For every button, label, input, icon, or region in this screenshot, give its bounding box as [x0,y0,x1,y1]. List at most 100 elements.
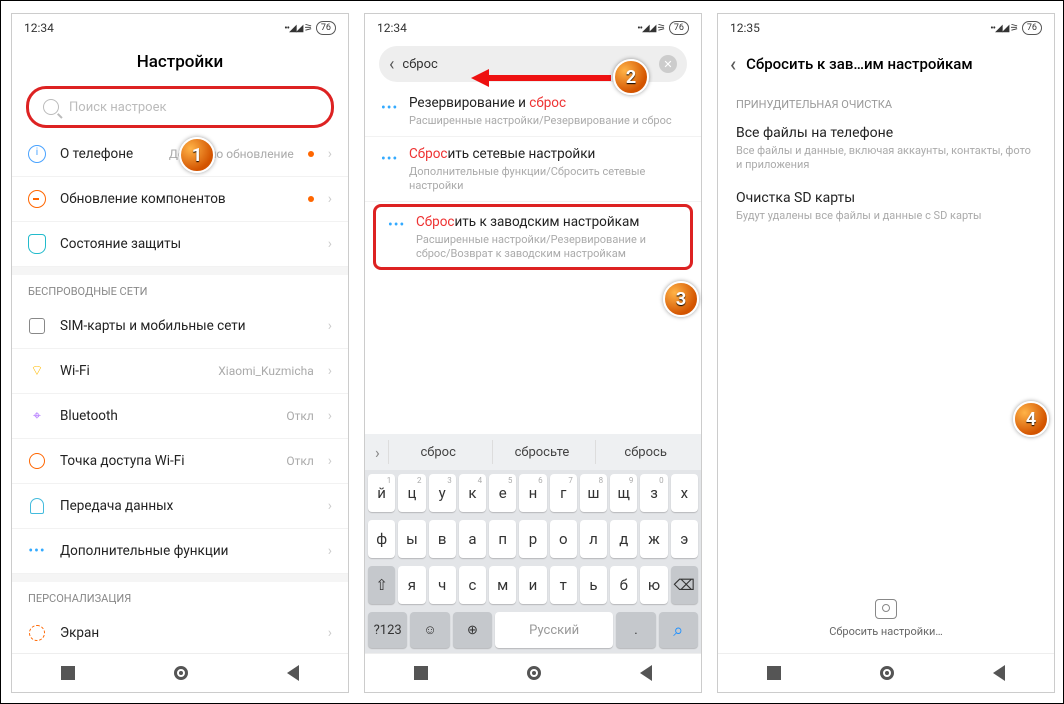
row-screen[interactable]: Экран › [12,611,348,656]
key-б[interactable]: б [610,566,637,604]
notification-dot [308,151,314,157]
nav-bar [718,653,1054,692]
nav-recent-button[interactable] [61,666,75,680]
notification-dot [308,196,314,202]
key-е[interactable]: е5 [489,474,516,512]
key-globe[interactable]: ⊕ [453,612,492,648]
key-ф[interactable]: ф [368,520,395,558]
key-с[interactable]: с [459,566,486,604]
key-и[interactable]: и [519,566,546,604]
hotspot-icon [29,453,45,469]
nav-home-button[interactable] [527,666,541,680]
row-component-update[interactable]: Обновление компонентов › [12,177,348,222]
status-bar: 12:35 ••◢◢ ⚞76 [718,14,1054,42]
key-emoji[interactable]: ☺ [410,612,449,648]
clock: 12:34 [377,21,407,35]
key-о[interactable]: о [550,520,577,558]
key-space[interactable]: Русский [495,612,613,648]
more-icon: ••• [381,151,398,167]
key-й[interactable]: й1 [368,474,395,512]
key-л[interactable]: л [580,520,607,558]
nav-home-button[interactable] [174,666,188,680]
step-badge-1: 1 [179,137,215,173]
search-icon [43,99,59,115]
clear-icon[interactable]: ✕ [659,55,677,73]
key-ю[interactable]: ю [640,566,667,604]
row-wifi[interactable]: ⌔ Wi-Fi Xiaomi_Kuzmicha › [12,349,348,394]
key-р[interactable]: р [519,520,546,558]
key-г[interactable]: г7 [550,474,577,512]
chevron-right-icon: › [328,146,332,162]
chevron-right-icon[interactable]: › [371,443,384,462]
chevron-right-icon: › [328,318,332,334]
wifi-icon: ⌔ [28,362,46,380]
key-backspace[interactable]: ⌫ [671,566,698,604]
more-icon: ••• [28,542,46,560]
page-title: Сбросить к зав…им настройкам [746,55,972,73]
key-в[interactable]: в [429,520,456,558]
nav-back-button[interactable] [287,665,299,681]
nav-recent-button[interactable] [414,666,428,680]
key-х[interactable]: х [671,474,698,512]
key-а[interactable]: а [459,520,486,558]
chevron-right-icon: › [328,408,332,424]
key-ш[interactable]: ш8 [580,474,607,512]
signal-icons: ••◢◢ ⚞ [990,23,1018,34]
item-sd-card-clean[interactable]: Очистка SD карты Будут удалены все файлы… [718,182,1054,233]
search-input[interactable]: Поиск настроек [26,86,334,128]
key-п[interactable]: п [489,520,516,558]
key-search[interactable]: ⌕ [659,612,698,648]
row-sim[interactable]: SIM-карты и мобильные сети › [12,304,348,349]
battery-indicator: 76 [669,21,689,35]
search-result-backup-reset[interactable]: ••• Резервирование и сброс Расширенные н… [365,86,701,137]
key-м[interactable]: м [489,566,516,604]
key-period[interactable]: . [616,612,655,648]
key-щ[interactable]: щ9 [610,474,637,512]
nav-recent-button[interactable] [767,666,781,680]
key-ж[interactable]: ж [640,520,667,558]
key-у[interactable]: у3 [429,474,456,512]
nav-back-button[interactable] [640,665,652,681]
chevron-right-icon: › [328,363,332,379]
search-result-factory-reset[interactable]: ••• Сбросить к заводским настройкам Расш… [373,204,693,270]
item-all-phone-files[interactable]: Все файлы на телефоне Все файлы и данные… [718,117,1054,182]
more-icon: ••• [388,217,405,233]
key-shift[interactable]: ⇧ [368,566,395,604]
row-more-features[interactable]: ••• Дополнительные функции › [12,529,348,574]
chevron-right-icon: › [328,543,332,559]
key-н[interactable]: н6 [519,474,546,512]
back-icon[interactable]: ‹ [730,52,736,76]
suggestion-2[interactable]: сбросьте [492,440,592,464]
key-ь[interactable]: ь [580,566,607,604]
nav-back-button[interactable] [993,665,1005,681]
key-ц[interactable]: ц2 [398,474,425,512]
factory-reset-screen: 12:35 ••◢◢ ⚞76 ‹ Сбросить к зав…им настр… [717,13,1055,693]
chevron-right-icon: › [328,191,332,207]
key-я[interactable]: я [398,566,425,604]
key-д[interactable]: д [610,520,637,558]
key-numeric[interactable]: ?123 [368,612,407,648]
suggestion-bar: › сброс сбросьте сбрось [365,434,701,470]
suggestion-1[interactable]: сброс [388,440,488,464]
key-з[interactable]: з0 [640,474,667,512]
key-к[interactable]: к4 [459,474,486,512]
suggestion-3[interactable]: сбрось [595,440,695,464]
row-security-status[interactable]: Состояние защиты › [12,222,348,267]
key-э[interactable]: э [671,520,698,558]
key-т[interactable]: т [550,566,577,604]
page-header: ‹ Сбросить к зав…им настройкам [718,42,1054,86]
row-data-usage[interactable]: Передача данных › [12,484,348,529]
reset-settings-button[interactable]: Сбросить настройки… [718,589,1054,654]
row-bluetooth[interactable]: ⌖ Bluetooth Откл › [12,394,348,439]
key-ы[interactable]: ы [398,520,425,558]
back-icon[interactable]: ‹ [389,54,394,75]
key-ч[interactable]: ч [429,566,456,604]
section-force-clean: ПРИНУДИТЕЛЬНАЯ ОЧИСТКА [718,86,1054,117]
battery-indicator: 76 [1022,21,1042,35]
camera-icon [875,599,897,619]
signal-icons: ••◢◢ ⚞ [637,23,665,34]
search-result-reset-network[interactable]: ••• Сбросить сетевые настройки Дополните… [365,137,701,202]
row-hotspot[interactable]: Точка доступа Wi-Fi Откл › [12,439,348,484]
nav-home-button[interactable] [880,666,894,680]
nav-bar [365,653,701,692]
